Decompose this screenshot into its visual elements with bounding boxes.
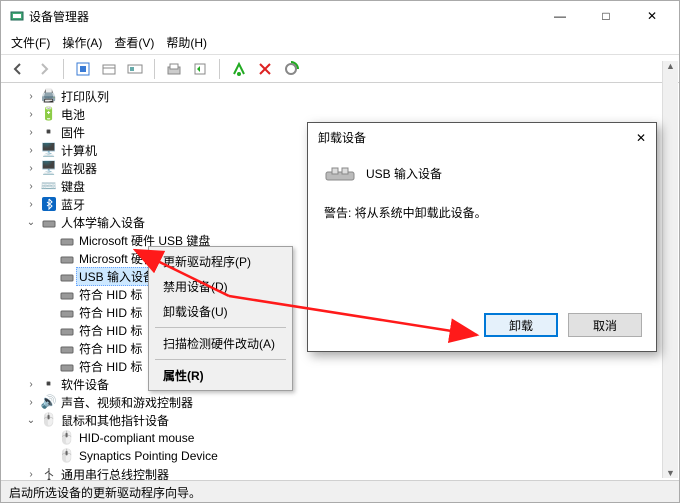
toolbar-icon-8[interactable] bbox=[280, 58, 302, 80]
toolbar-icon-2[interactable] bbox=[98, 58, 120, 80]
expand-icon[interactable]: › bbox=[25, 181, 37, 192]
dialog-device-name: USB 输入设备 bbox=[366, 165, 442, 182]
toolbar bbox=[1, 55, 679, 83]
menu-help[interactable]: 帮助(H) bbox=[166, 34, 207, 51]
tree-item[interactable]: 打印队列 bbox=[61, 88, 109, 105]
sound-icon: 🔊 bbox=[41, 394, 57, 410]
tree-item[interactable]: 软件设备 bbox=[61, 376, 109, 393]
device-icon bbox=[324, 162, 356, 184]
close-button[interactable]: ✕ bbox=[629, 1, 675, 31]
menu-uninstall-device[interactable]: 卸载设备(U) bbox=[151, 299, 290, 324]
expand-icon[interactable]: › bbox=[25, 127, 37, 138]
statusbar: 启动所选设备的更新驱动程序向导。 bbox=[1, 480, 679, 502]
expand-icon[interactable]: › bbox=[25, 199, 37, 210]
forward-button[interactable] bbox=[33, 58, 55, 80]
back-button[interactable] bbox=[7, 58, 29, 80]
menu-view[interactable]: 查看(V) bbox=[114, 34, 154, 51]
expand-icon[interactable]: › bbox=[25, 91, 37, 102]
tree-item[interactable]: 键盘 bbox=[61, 178, 85, 195]
software-icon: ▪️ bbox=[41, 376, 57, 392]
device-icon bbox=[59, 304, 75, 320]
toolbar-icon-1[interactable] bbox=[72, 58, 94, 80]
tree-item[interactable]: 符合 HID 标 bbox=[79, 358, 142, 375]
bluetooth-icon bbox=[41, 196, 57, 212]
tree-item[interactable]: 符合 HID 标 bbox=[79, 304, 142, 321]
expand-icon[interactable]: › bbox=[25, 163, 37, 174]
device-icon bbox=[59, 250, 75, 266]
dialog-close-button[interactable]: ✕ bbox=[636, 131, 646, 145]
mouse-icon: 🖱️ bbox=[59, 430, 75, 446]
menu-file[interactable]: 文件(F) bbox=[11, 34, 50, 51]
tree-item[interactable]: 符合 HID 标 bbox=[79, 286, 142, 303]
tree-item[interactable]: 电池 bbox=[61, 106, 85, 123]
menu-properties[interactable]: 属性(R) bbox=[151, 363, 290, 388]
toolbar-icon-7[interactable] bbox=[254, 58, 276, 80]
collapse-icon[interactable]: ⌄ bbox=[25, 217, 37, 228]
device-icon bbox=[59, 358, 75, 374]
toolbar-icon-3[interactable] bbox=[124, 58, 146, 80]
hid-icon bbox=[41, 214, 57, 230]
tree-item[interactable]: 符合 HID 标 bbox=[79, 340, 142, 357]
mouse-icon: 🖱️ bbox=[41, 412, 57, 428]
keyboard-icon: ⌨️ bbox=[41, 178, 57, 194]
tree-item[interactable]: 鼠标和其他指针设备 bbox=[61, 412, 169, 429]
tree-item[interactable]: 通用串行总线控制器 bbox=[61, 466, 169, 481]
monitor-icon: 🖥️ bbox=[41, 160, 57, 176]
window-title: 设备管理器 bbox=[29, 8, 89, 25]
titlebar: 设备管理器 — □ ✕ bbox=[1, 1, 679, 31]
toolbar-icon-4[interactable] bbox=[163, 58, 185, 80]
expand-icon[interactable]: › bbox=[25, 145, 37, 156]
computer-icon: 🖥️ bbox=[41, 142, 57, 158]
expand-icon[interactable]: › bbox=[25, 109, 37, 120]
toolbar-icon-5[interactable] bbox=[189, 58, 211, 80]
uninstall-dialog: 卸载设备 ✕ USB 输入设备 警告: 将从系统中卸载此设备。 卸载 取消 bbox=[307, 122, 657, 352]
dialog-warning: 警告: 将从系统中卸载此设备。 bbox=[324, 204, 640, 221]
tree-item[interactable]: Synaptics Pointing Device bbox=[79, 449, 218, 463]
mouse-icon: 🖱️ bbox=[59, 448, 75, 464]
tree-item[interactable]: 符合 HID 标 bbox=[79, 322, 142, 339]
menu-scan-hardware[interactable]: 扫描检测硬件改动(A) bbox=[151, 331, 290, 356]
printer-icon: 🖨️ bbox=[41, 88, 57, 104]
tree-item[interactable]: HID-compliant mouse bbox=[79, 431, 194, 445]
menu-action[interactable]: 操作(A) bbox=[62, 34, 102, 51]
tree-item[interactable]: 声音、视频和游戏控制器 bbox=[61, 394, 193, 411]
uninstall-button[interactable]: 卸载 bbox=[484, 313, 558, 337]
cancel-button[interactable]: 取消 bbox=[568, 313, 642, 337]
tree-item[interactable]: 蓝牙 bbox=[61, 196, 85, 213]
battery-icon: 🔋 bbox=[41, 106, 57, 122]
firmware-icon: ▪️ bbox=[41, 124, 57, 140]
minimize-button[interactable]: — bbox=[537, 1, 583, 31]
expand-icon[interactable]: › bbox=[25, 469, 37, 480]
tree-item[interactable]: 固件 bbox=[61, 124, 85, 141]
scrollbar[interactable] bbox=[662, 61, 678, 478]
tree-item[interactable]: 监视器 bbox=[61, 160, 97, 177]
device-icon bbox=[59, 340, 75, 356]
device-icon bbox=[59, 286, 75, 302]
menubar: 文件(F) 操作(A) 查看(V) 帮助(H) bbox=[1, 31, 679, 55]
tree-item[interactable]: 人体学输入设备 bbox=[61, 214, 145, 231]
device-icon bbox=[59, 268, 75, 284]
expand-icon[interactable]: › bbox=[25, 397, 37, 408]
expand-icon[interactable]: › bbox=[25, 379, 37, 390]
context-menu: 更新驱动程序(P) 禁用设备(D) 卸载设备(U) 扫描检测硬件改动(A) 属性… bbox=[148, 246, 293, 391]
device-icon bbox=[59, 232, 75, 248]
app-icon bbox=[9, 8, 25, 24]
maximize-button[interactable]: □ bbox=[583, 1, 629, 31]
collapse-icon[interactable]: ⌄ bbox=[25, 415, 37, 426]
menu-disable-device[interactable]: 禁用设备(D) bbox=[151, 274, 290, 299]
dialog-title: 卸载设备 bbox=[318, 129, 366, 146]
menu-update-driver[interactable]: 更新驱动程序(P) bbox=[151, 249, 290, 274]
tree-item[interactable]: 计算机 bbox=[61, 142, 97, 159]
toolbar-icon-6[interactable] bbox=[228, 58, 250, 80]
usb-icon bbox=[41, 466, 57, 480]
device-icon bbox=[59, 322, 75, 338]
